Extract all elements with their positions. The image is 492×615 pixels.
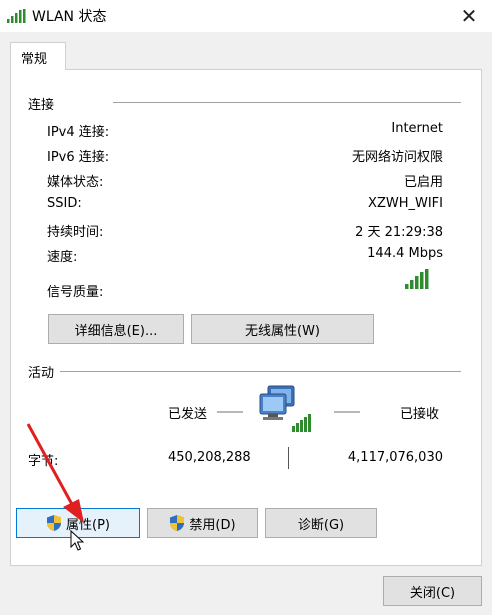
wireless-properties-button-label: 无线属性(W) — [245, 323, 320, 339]
speed-value: 144.4 Mbps — [367, 246, 443, 261]
ipv4-label: IPv4 连接: — [47, 125, 110, 140]
duration-label: 持续时间: — [47, 225, 104, 240]
details-button-label: 详细信息(E)... — [74, 323, 158, 339]
received-label: 已接收 — [400, 407, 440, 422]
signal-strength-icon — [405, 269, 429, 289]
tab-general[interactable]: 常规 — [10, 42, 66, 70]
ipv6-value: 无网络访问权限 — [351, 150, 443, 165]
disable-button-label: 禁用(D) — [189, 517, 236, 533]
media-state-value: 已启用 — [403, 175, 443, 190]
activity-group-divider — [60, 371, 461, 372]
close-button-label: 关闭(C) — [409, 585, 456, 601]
activity-group-label: 活动 — [28, 366, 55, 381]
window-title: WLAN 状态 — [32, 9, 107, 25]
diagnose-button[interactable]: 诊断(G) — [265, 508, 377, 538]
ssid-value: XZWH_WIFI — [368, 196, 443, 211]
disable-button[interactable]: 禁用(D) — [147, 508, 258, 538]
bytes-label: 字节: — [28, 454, 59, 469]
network-computers-icon — [259, 385, 311, 432]
speed-label: 速度: — [47, 250, 78, 265]
ssid-label: SSID: — [47, 196, 82, 211]
duration-value: 2 天 21:29:38 — [355, 225, 443, 240]
window-close-button[interactable]: ✕ — [446, 0, 492, 32]
uac-shield-icon — [47, 515, 61, 531]
title-bar: WLAN 状态 ✕ — [0, 0, 492, 32]
details-button[interactable]: 详细信息(E)... — [48, 314, 184, 344]
bytes-sent-value: 450,208,288 — [168, 450, 251, 465]
sent-dash — [217, 411, 243, 413]
ipv4-value: Internet — [391, 121, 443, 136]
connection-group-label: 连接 — [28, 98, 55, 113]
media-state-label: 媒体状态: — [47, 175, 104, 190]
wireless-properties-button[interactable]: 无线属性(W) — [191, 314, 374, 344]
diagnose-button-label: 诊断(G) — [297, 517, 345, 533]
uac-shield-icon — [170, 515, 185, 531]
bytes-separator — [288, 447, 289, 469]
wifi-signal-icon — [7, 9, 26, 23]
mouse-cursor-icon — [70, 530, 84, 551]
signal-quality-label: 信号质量: — [47, 285, 104, 300]
ipv6-label: IPv6 连接: — [47, 150, 110, 165]
connection-group-divider — [113, 102, 461, 103]
close-icon: ✕ — [460, 4, 478, 28]
close-button[interactable]: 关闭(C) — [383, 576, 482, 606]
sent-label: 已发送 — [168, 407, 208, 422]
received-dash — [334, 411, 360, 413]
bytes-received-value: 4,117,076,030 — [347, 450, 443, 465]
